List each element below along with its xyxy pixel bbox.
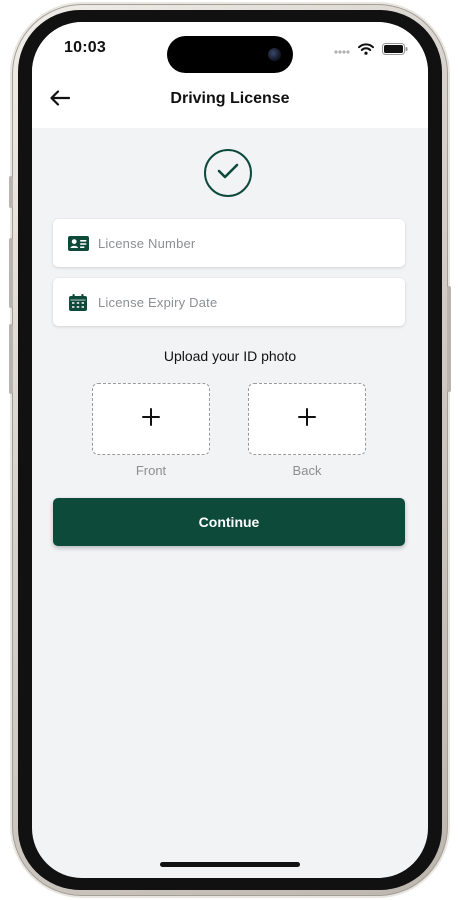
side-button-power: [447, 286, 451, 392]
status-time: 10:03: [64, 39, 106, 56]
calendar-icon: [67, 293, 89, 311]
upload-heading: Upload your ID photo: [163, 348, 297, 364]
side-button-action: [9, 176, 13, 208]
camera-icon: [268, 48, 281, 61]
signal-icon: [334, 42, 350, 60]
plus-icon: [141, 407, 161, 432]
upload-back-label: Back: [292, 463, 322, 478]
id-card-icon: [67, 234, 89, 252]
page-title: Driving License: [170, 90, 290, 107]
upload-back-button[interactable]: [248, 383, 366, 455]
home-indicator[interactable]: [160, 862, 300, 867]
status-icons: [334, 42, 408, 60]
verified-status-badge: [204, 149, 252, 197]
upload-front-label: Front: [135, 463, 167, 478]
nav-bar: Driving License: [32, 78, 428, 122]
license-number-placeholder: License Number: [98, 235, 196, 251]
side-button-volume-up: [9, 238, 13, 308]
upload-front-button[interactable]: [92, 383, 210, 455]
battery-icon: [382, 42, 408, 60]
screen: 10:03 Driving License License Number Lic…: [32, 22, 428, 878]
check-icon: [217, 163, 239, 184]
plus-icon: [297, 407, 317, 432]
wifi-icon: [358, 42, 374, 60]
license-expiry-placeholder: License Expiry Date: [98, 294, 218, 310]
side-button-volume-down: [9, 324, 13, 394]
continue-button[interactable]: Continue: [53, 498, 405, 546]
license-number-field[interactable]: License Number: [53, 219, 405, 267]
license-expiry-date-field[interactable]: License Expiry Date: [53, 278, 405, 326]
dynamic-island: [167, 36, 293, 73]
